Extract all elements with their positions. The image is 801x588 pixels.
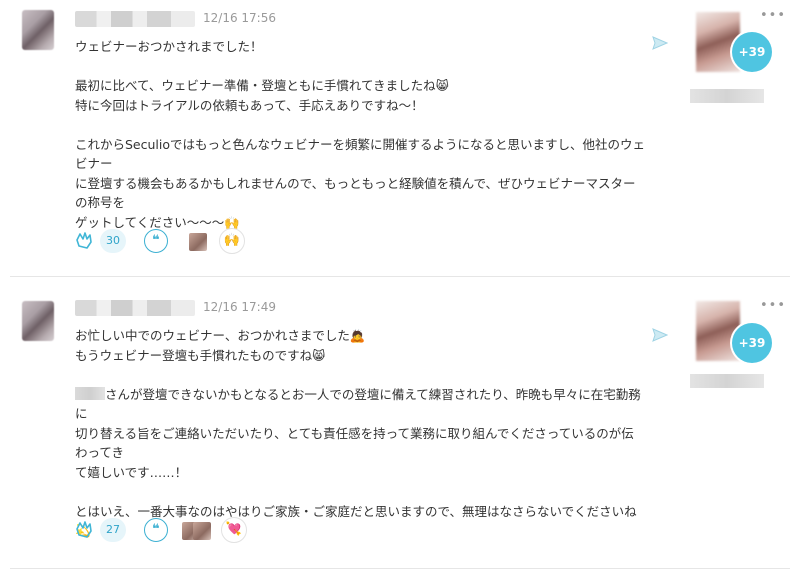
quote-icon[interactable]: ❝ [144, 518, 168, 542]
divider [10, 276, 790, 277]
reaction-bar: 27 ❝ 💘 [75, 517, 275, 544]
comment-text: お忙しい中でのウェビナー、おつかれさまでした🙇 もうウェビナー登壇も手慣れたもので… [75, 328, 641, 538]
plus-count-badge[interactable]: +39 [732, 32, 772, 72]
avatar[interactable] [22, 301, 54, 341]
reaction-emoji[interactable]: 💘 [221, 517, 247, 543]
reaction-emoji[interactable]: 🙌 [219, 228, 245, 254]
clap-icon[interactable] [75, 230, 95, 250]
reactor-avatar[interactable] [193, 522, 211, 540]
comment-text: ウェビナーおつかされまでした！ 最初に比べて、ウェビナー準備・登壇ともに手慣れて… [75, 39, 646, 230]
plus-count-badge[interactable]: +39 [732, 323, 772, 363]
more-icon[interactable]: ••• [760, 298, 786, 313]
avatar[interactable] [22, 10, 54, 50]
reaction-user-name [690, 89, 764, 103]
timestamp: 12/16 17:56 [203, 11, 276, 25]
more-icon[interactable]: ••• [760, 8, 786, 23]
author-name[interactable] [75, 11, 195, 27]
timestamp: 12/16 17:49 [203, 300, 276, 314]
divider [10, 568, 790, 569]
send-icon[interactable] [652, 35, 668, 51]
comment-post: 12/16 17:49 お忙しい中でのウェビナー、おつかれさまでした🙇 もうウェビ… [0, 293, 801, 568]
comment-post: 12/16 17:56 ウェビナーおつかされまでした！ 最初に比べて、ウェビナー… [0, 0, 801, 275]
clap-count[interactable]: 30 [100, 229, 126, 253]
clap-icon[interactable] [75, 519, 95, 539]
redacted-name [75, 386, 105, 400]
reaction-bar: 30 ❝ 🙌 [75, 228, 275, 255]
reactor-avatar[interactable] [189, 233, 207, 251]
clap-count[interactable]: 27 [100, 518, 126, 542]
reaction-user-name [690, 374, 764, 388]
quote-icon[interactable]: ❝ [144, 229, 168, 253]
send-icon[interactable] [652, 327, 668, 343]
author-name[interactable] [75, 300, 195, 316]
